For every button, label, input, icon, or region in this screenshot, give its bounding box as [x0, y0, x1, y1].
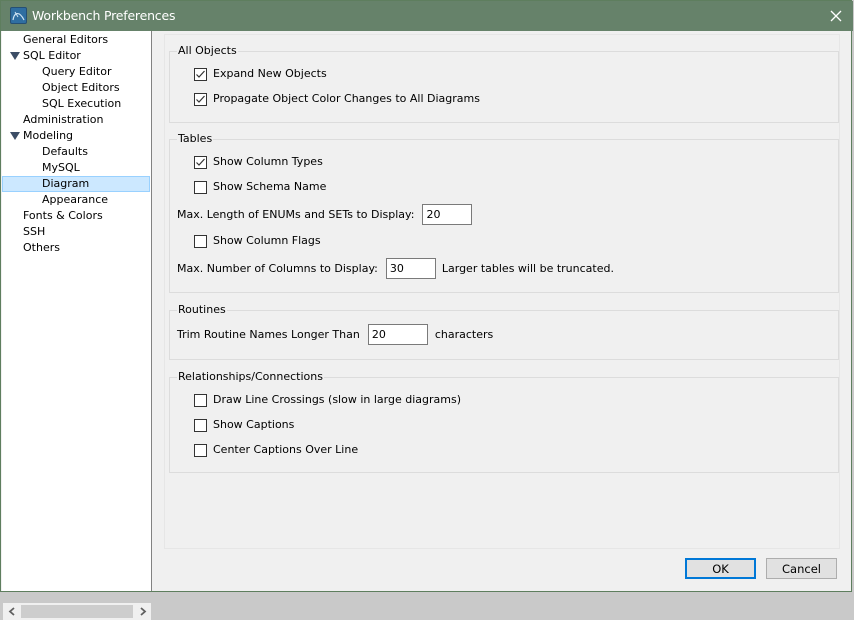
tree-item[interactable]: SSH — [2, 224, 150, 240]
tree-item[interactable]: Administration — [2, 112, 150, 128]
all-objects-group: All Objects Expand New Objects Propagate… — [169, 44, 839, 123]
checkbox-box[interactable] — [194, 234, 207, 248]
chevron-right-icon — [139, 607, 146, 616]
show-column-flags-checkbox[interactable]: Show Column Flags — [194, 233, 321, 249]
tree-item-label: Administration — [23, 113, 104, 126]
horizontal-scrollbar[interactable] — [3, 603, 151, 620]
tree-item[interactable]: Others — [2, 240, 150, 256]
group-title: All Objects — [177, 44, 238, 58]
title-bar[interactable]: Workbench Preferences — [1, 1, 853, 31]
tree-item[interactable]: Defaults — [2, 144, 150, 160]
tree-item[interactable]: SQL Execution — [2, 96, 150, 112]
checkbox-label: Draw Line Crossings (slow in large diagr… — [213, 393, 461, 406]
scroll-right-button[interactable] — [134, 603, 151, 620]
checkbox-box[interactable] — [194, 180, 207, 194]
preferences-tree[interactable]: General Editors SQL Editor Query Editor Obj… — [2, 31, 152, 620]
checkbox-label: Show Column Types — [213, 155, 323, 168]
tree-item[interactable]: Fonts & Colors — [2, 208, 150, 224]
draw-line-crossings-checkbox[interactable]: Draw Line Crossings (slow in large diagr… — [194, 392, 461, 408]
tree-item-label: Object Editors — [42, 81, 120, 94]
expand-arrow-icon[interactable] — [10, 132, 20, 140]
tree-item-label: SQL Execution — [42, 97, 122, 110]
max-columns-input[interactable] — [385, 258, 436, 279]
tree-item-label: Appearance — [42, 193, 109, 206]
ok-button[interactable]: OK — [685, 558, 756, 579]
checkbox-box[interactable] — [194, 393, 207, 407]
max-enum-length-row: Max. Length of ENUMs and SETs to Display… — [177, 204, 473, 225]
mysql-workbench-dolphin-icon — [10, 7, 27, 24]
close-button[interactable] — [821, 3, 851, 29]
tree-item-label: Others — [23, 241, 60, 254]
group-title: Relationships/Connections — [177, 370, 324, 384]
max-enum-length-input[interactable] — [422, 204, 473, 225]
checkbox-box[interactable] — [194, 67, 207, 81]
trim-routine-names-row: Trim Routine Names Longer Than character… — [177, 324, 493, 345]
scroll-left-button[interactable] — [3, 603, 20, 620]
chevron-left-icon — [8, 607, 15, 616]
checkmark-icon — [196, 95, 205, 103]
max-columns-hint: Larger tables will be truncated. — [441, 261, 614, 275]
center-captions-checkbox[interactable]: Center Captions Over Line — [194, 442, 358, 458]
expand-arrow-icon[interactable] — [10, 52, 20, 60]
tree-item-label: MySQL — [42, 161, 80, 174]
trim-routine-names-label: Trim Routine Names Longer Than — [177, 327, 360, 341]
checkbox-label: Expand New Objects — [213, 67, 327, 80]
tree-item[interactable]: Query Editor — [2, 64, 150, 80]
tree-item-label: SSH — [23, 225, 46, 238]
tree-item-label: SQL Editor — [23, 49, 81, 62]
tree-item-label: General Editors — [23, 33, 109, 46]
checkbox-label: Show Schema Name — [213, 180, 327, 193]
tree-item-label: Diagram — [42, 177, 90, 190]
group-title: Routines — [177, 303, 227, 317]
propagate-color-checkbox[interactable]: Propagate Object Color Changes to All Di… — [194, 91, 480, 107]
max-enum-length-label: Max. Length of ENUMs and SETs to Display… — [177, 207, 415, 221]
window-title: Workbench Preferences — [32, 8, 176, 23]
group-title: Tables — [177, 132, 214, 146]
show-column-types-checkbox[interactable]: Show Column Types — [194, 154, 323, 170]
tree-item[interactable]: Diagram — [2, 176, 150, 192]
max-columns-label: Max. Number of Columns to Display: — [177, 261, 378, 275]
trim-routine-names-input[interactable] — [367, 324, 428, 345]
tree-item[interactable]: General Editors — [2, 32, 150, 48]
checkbox-box[interactable] — [194, 155, 207, 169]
characters-label: characters — [434, 327, 494, 341]
show-schema-name-checkbox[interactable]: Show Schema Name — [194, 179, 326, 195]
tree-item[interactable]: Appearance — [2, 192, 150, 208]
max-columns-row: Max. Number of Columns to Display: Large… — [177, 258, 614, 279]
tree-item-label: Query Editor — [42, 65, 112, 78]
tables-group: Tables Show Column Types Show Schema Nam… — [169, 132, 839, 293]
tree-item[interactable]: Object Editors — [2, 80, 150, 96]
checkbox-label: Propagate Object Color Changes to All Di… — [213, 92, 480, 105]
tree-item[interactable]: SQL Editor — [2, 48, 150, 64]
tree-item-label: Defaults — [42, 145, 88, 158]
checkbox-label: Show Captions — [213, 418, 295, 431]
checkbox-label: Center Captions Over Line — [213, 443, 359, 456]
checkbox-box[interactable] — [194, 418, 207, 432]
scrollbar-thumb[interactable] — [21, 605, 133, 618]
tree-item-label: Modeling — [23, 129, 74, 142]
routines-group: Routines Trim Routine Names Longer Than … — [169, 303, 839, 360]
diagram-settings-panel: All Objects Expand New Objects Propagate… — [164, 34, 840, 549]
tree-item-label: Fonts & Colors — [23, 209, 103, 222]
checkmark-icon — [196, 70, 205, 78]
checkmark-icon — [196, 158, 205, 166]
checkbox-box[interactable] — [194, 92, 207, 106]
show-captions-checkbox[interactable]: Show Captions — [194, 417, 294, 433]
checkbox-label: Show Column Flags — [213, 234, 321, 247]
checkbox-box[interactable] — [194, 443, 207, 457]
expand-new-objects-checkbox[interactable]: Expand New Objects — [194, 66, 327, 82]
relationships-group: Relationships/Connections Draw Line Cros… — [169, 370, 839, 473]
tree-item[interactable]: Modeling — [2, 128, 150, 144]
preferences-window: Workbench Preferences General Editors SQL… — [0, 0, 853, 620]
cancel-button[interactable]: Cancel — [766, 558, 837, 579]
tree-item[interactable]: MySQL — [2, 160, 150, 176]
close-icon — [830, 10, 842, 22]
